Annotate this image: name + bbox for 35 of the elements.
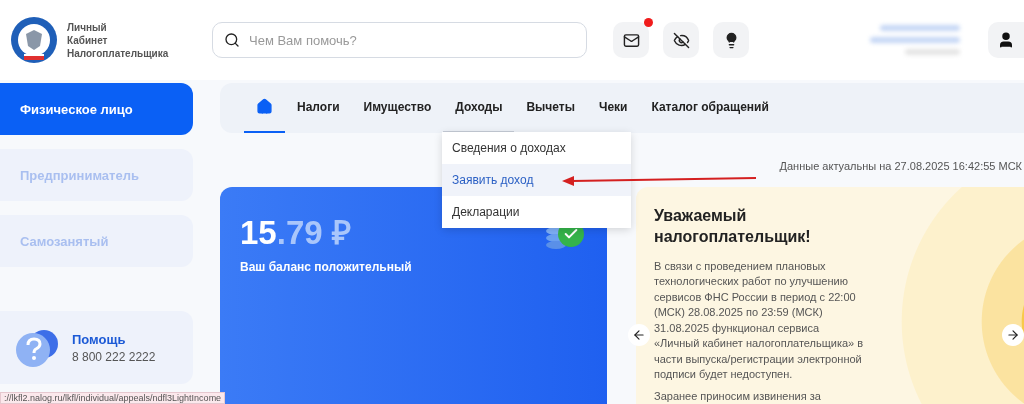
help-title: Помощь: [72, 331, 127, 347]
help-phone: 8 800 222 2222: [72, 349, 156, 364]
notice-text: В связи с проведением плановых технологических работ по улучшению сервисов ФНС России в период с 22:00 (МСК) 28.08.2025 по 23:59 (МСК) 31.08.2025 функционал сервиса «Личный кабинет налогоплательщика» в части выпуска/регистрации электронной подписи будет недоступен.: [654, 258, 864, 382]
nav-tab[interactable]: Каталог обращений: [639, 83, 781, 133]
update-timestamp: Данные актуальны на 27.08.2025 16:42:55 МСК: [779, 159, 1022, 172]
mail-icon: [622, 31, 640, 49]
site-title: Личный Кабинет Налогоплательщика: [67, 20, 170, 60]
lightbulb-button[interactable]: [713, 22, 749, 58]
arrow-left-icon: [632, 327, 646, 342]
nav-tab[interactable]: Налоги: [285, 83, 352, 133]
sidebar-item[interactable]: Физическое лицо: [0, 83, 193, 135]
notice-text: Заранее приносим извинения за: [654, 388, 822, 404]
crossed-eye-icon: [672, 31, 690, 49]
menu-item[interactable]: Декларации: [442, 196, 631, 228]
next-button[interactable]: [1002, 323, 1024, 346]
balance-caption: Ваш баланс положительный: [240, 259, 413, 274]
search-icon: [224, 32, 240, 48]
crossed-eye-button[interactable]: [663, 22, 699, 58]
arrow-right-icon: [1006, 327, 1020, 342]
nav-tab[interactable]: Вычеты: [514, 83, 587, 133]
status-url: ://lkfl2.nalog.ru/lkfl/individual/appeals/ndfl3LightIncome: [0, 392, 226, 404]
notice-title: Уважаемый налогоплательщик!: [654, 205, 812, 247]
user-icon: [997, 31, 1015, 49]
menu-item[interactable]: Заявить доход: [442, 164, 631, 196]
profile-button[interactable]: [988, 22, 1024, 58]
balance-amount: 15.79 ₽: [240, 212, 351, 253]
help-card[interactable]: Помощь 8 800 222 2222: [0, 311, 193, 384]
emblem-logo: [10, 16, 58, 64]
menu-item[interactable]: Сведения о доходах: [442, 132, 631, 164]
previous-button[interactable]: [628, 323, 650, 346]
question-icon: [14, 327, 60, 368]
nav-tab[interactable]: Имущество: [351, 83, 444, 133]
nav-tab[interactable]: Чеки: [586, 83, 640, 133]
home-icon: [256, 98, 273, 116]
search-field[interactable]: Чем Вам помочь?: [212, 22, 587, 58]
